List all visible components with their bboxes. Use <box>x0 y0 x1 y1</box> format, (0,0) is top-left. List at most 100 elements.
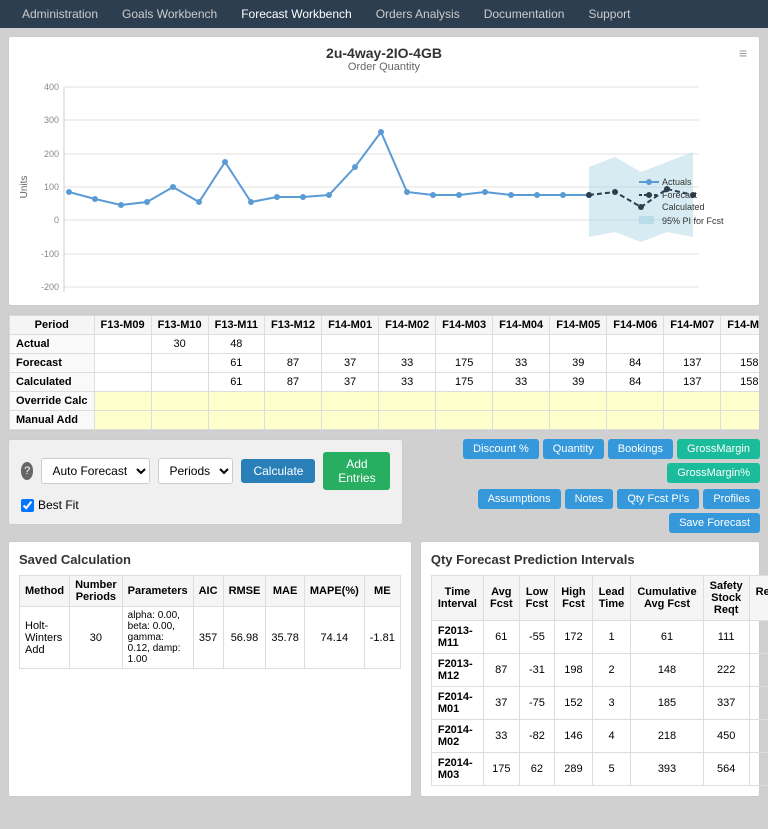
qty-forecast-card: Qty Forecast Prediction Intervals Time I… <box>420 541 760 797</box>
fcst-low-1: -31 <box>519 654 555 687</box>
col-header-f14m02: F14-M02 <box>379 316 436 335</box>
nav-administration[interactable]: Administration <box>10 1 110 27</box>
fcst-interval-3: F2014-M02 <box>431 720 483 753</box>
nav-goals-workbench[interactable]: Goals Workbench <box>110 1 229 27</box>
chart-title: 2u-4way-2IO-4GB <box>17 45 751 61</box>
row-label-override: Override Calc <box>10 392 95 411</box>
nav-documentation[interactable]: Documentation <box>472 1 577 27</box>
col-header-f14m03: F14-M03 <box>436 316 493 335</box>
fcst-interval-2: F2014-M01 <box>431 687 483 720</box>
quantity-button[interactable]: Quantity <box>543 439 604 459</box>
best-fit-label: Best Fit <box>38 498 79 512</box>
calc-rmse: 56.98 <box>223 607 266 669</box>
saved-calc-title: Saved Calculation <box>19 552 401 567</box>
profiles-button[interactable]: Profiles <box>703 489 760 509</box>
qty-fcst-pi-button[interactable]: Qty Fcst PI's <box>617 489 699 509</box>
nav-support[interactable]: Support <box>576 1 642 27</box>
svg-text:Actuals: Actuals <box>662 177 692 187</box>
calc-col-me: ME <box>364 576 400 607</box>
fcst-high-1: 198 <box>555 654 592 687</box>
saved-calc-table: Method Number Periods Parameters AIC RMS… <box>19 575 401 669</box>
table-row-actual: Actual 3048 <box>10 335 761 354</box>
fcst-cum-0: 61 <box>631 621 703 654</box>
fcst-col-lead: Lead Time <box>592 576 631 621</box>
navbar: Administration Goals Workbench Forecast … <box>0 0 768 28</box>
periods-select[interactable]: Periods <box>158 458 233 484</box>
fcst-safety-0: 111 <box>703 621 749 654</box>
data-table-wrapper: Period F13-M09 F13-M10 F13-M11 F13-M12 F… <box>8 314 760 431</box>
col-header-f13m10: F13-M10 <box>151 316 208 335</box>
calc-periods: 30 <box>70 607 123 669</box>
calc-me: -1.81 <box>364 607 400 669</box>
calculate-button[interactable]: Calculate <box>241 459 315 483</box>
btn-group-top: Discount % Quantity Bookings GrossMargin… <box>411 439 760 483</box>
calc-params: alpha: 0.00, beta: 0.00, gamma: 0.12, da… <box>122 607 193 669</box>
calc-mape: 74.14 <box>304 607 364 669</box>
fcst-low-4: 62 <box>519 753 555 786</box>
fcst-avg-4: 175 <box>483 753 519 786</box>
fcst-row-2: F2014-M01 37 -75 152 3 185 337 522 <box>431 687 768 720</box>
best-fit-checkbox[interactable] <box>21 499 34 512</box>
fcst-avg-0: 61 <box>483 621 519 654</box>
fcst-row-4: F2014-M03 175 62 289 5 393 564 957 <box>431 753 768 786</box>
fcst-col-high: High Fcst <box>555 576 592 621</box>
fcst-row-0: F2013-M11 61 -55 172 1 61 111 172 <box>431 621 768 654</box>
discount-pct-button[interactable]: Discount % <box>463 439 539 459</box>
col-header-f14m08: F14-M08 <box>721 316 760 335</box>
svg-text:95% PI for Fcst: 95% PI for Fcst <box>662 216 724 226</box>
fcst-avg-3: 33 <box>483 720 519 753</box>
save-forecast-button[interactable]: Save Forecast <box>669 513 760 533</box>
fcst-reorder-2: 522 <box>749 687 768 720</box>
assumptions-button[interactable]: Assumptions <box>478 489 561 509</box>
calc-col-rmse: RMSE <box>223 576 266 607</box>
nav-orders-analysis[interactable]: Orders Analysis <box>364 1 472 27</box>
fcst-high-0: 172 <box>555 621 592 654</box>
fcst-reorder-3: 668 <box>749 720 768 753</box>
chart-subtitle: Order Quantity <box>17 61 751 73</box>
fcst-cum-3: 218 <box>631 720 703 753</box>
gross-margin-button[interactable]: GrossMargin <box>677 439 760 459</box>
fcst-avg-2: 37 <box>483 687 519 720</box>
col-header-f14m05: F14-M05 <box>550 316 607 335</box>
controls-section: ? Auto Forecast Manual Periods Calculate… <box>8 439 760 533</box>
col-header-f13m11: F13-M11 <box>208 316 264 335</box>
qty-forecast-title: Qty Forecast Prediction Intervals <box>431 552 749 567</box>
notes-button[interactable]: Notes <box>565 489 614 509</box>
calc-col-mae: MAE <box>266 576 305 607</box>
calc-row: Holt-Winters Add 30 alpha: 0.00, beta: 0… <box>20 607 401 669</box>
svg-text:-200: -200 <box>41 282 59 292</box>
fcst-safety-1: 222 <box>703 654 749 687</box>
fcst-lead-1: 2 <box>592 654 631 687</box>
fcst-lead-3: 4 <box>592 720 631 753</box>
chart-menu-icon[interactable]: ≡ <box>739 45 747 61</box>
svg-text:200: 200 <box>44 149 59 159</box>
col-header-f14m01: F14-M01 <box>322 316 379 335</box>
table-row-calculated: Calculated 61873733175333984137158 <box>10 373 761 392</box>
row-label-calculated: Calculated <box>10 373 95 392</box>
fcst-reorder-0: 172 <box>749 621 768 654</box>
fcst-row-1: F2013-M12 87 -31 198 2 148 222 370 <box>431 654 768 687</box>
fcst-row-3: F2014-M02 33 -82 146 4 218 450 668 <box>431 720 768 753</box>
bottom-section: Saved Calculation Method Number Periods … <box>8 541 760 797</box>
add-entries-button[interactable]: Add Entries <box>323 452 390 490</box>
calc-mae: 35.78 <box>266 607 305 669</box>
forecast-type-select[interactable]: Auto Forecast Manual <box>41 458 150 484</box>
nav-forecast-workbench[interactable]: Forecast Workbench <box>229 1 364 27</box>
svg-text:400: 400 <box>44 82 59 92</box>
controls-right: Discount % Quantity Bookings GrossMargin… <box>411 439 760 533</box>
fcst-col-interval: Time Interval <box>431 576 483 621</box>
chart-card: 2u-4way-2IO-4GB Order Quantity ≡ Units 4… <box>8 36 760 306</box>
fcst-low-2: -75 <box>519 687 555 720</box>
svg-text:300: 300 <box>44 115 59 125</box>
fcst-col-cum: Cumulative Avg Fcst <box>631 576 703 621</box>
help-icon[interactable]: ? <box>21 462 33 480</box>
saved-calc-card: Saved Calculation Method Number Periods … <box>8 541 412 797</box>
fcst-reorder-1: 370 <box>749 654 768 687</box>
bookings-button[interactable]: Bookings <box>608 439 673 459</box>
fcst-safety-4: 564 <box>703 753 749 786</box>
calc-col-method: Method <box>20 576 70 607</box>
gross-margin-pct-button[interactable]: GrossMargin% <box>667 463 760 483</box>
svg-text:100: 100 <box>44 182 59 192</box>
fcst-low-3: -82 <box>519 720 555 753</box>
col-header-f13m09: F13-M09 <box>94 316 151 335</box>
